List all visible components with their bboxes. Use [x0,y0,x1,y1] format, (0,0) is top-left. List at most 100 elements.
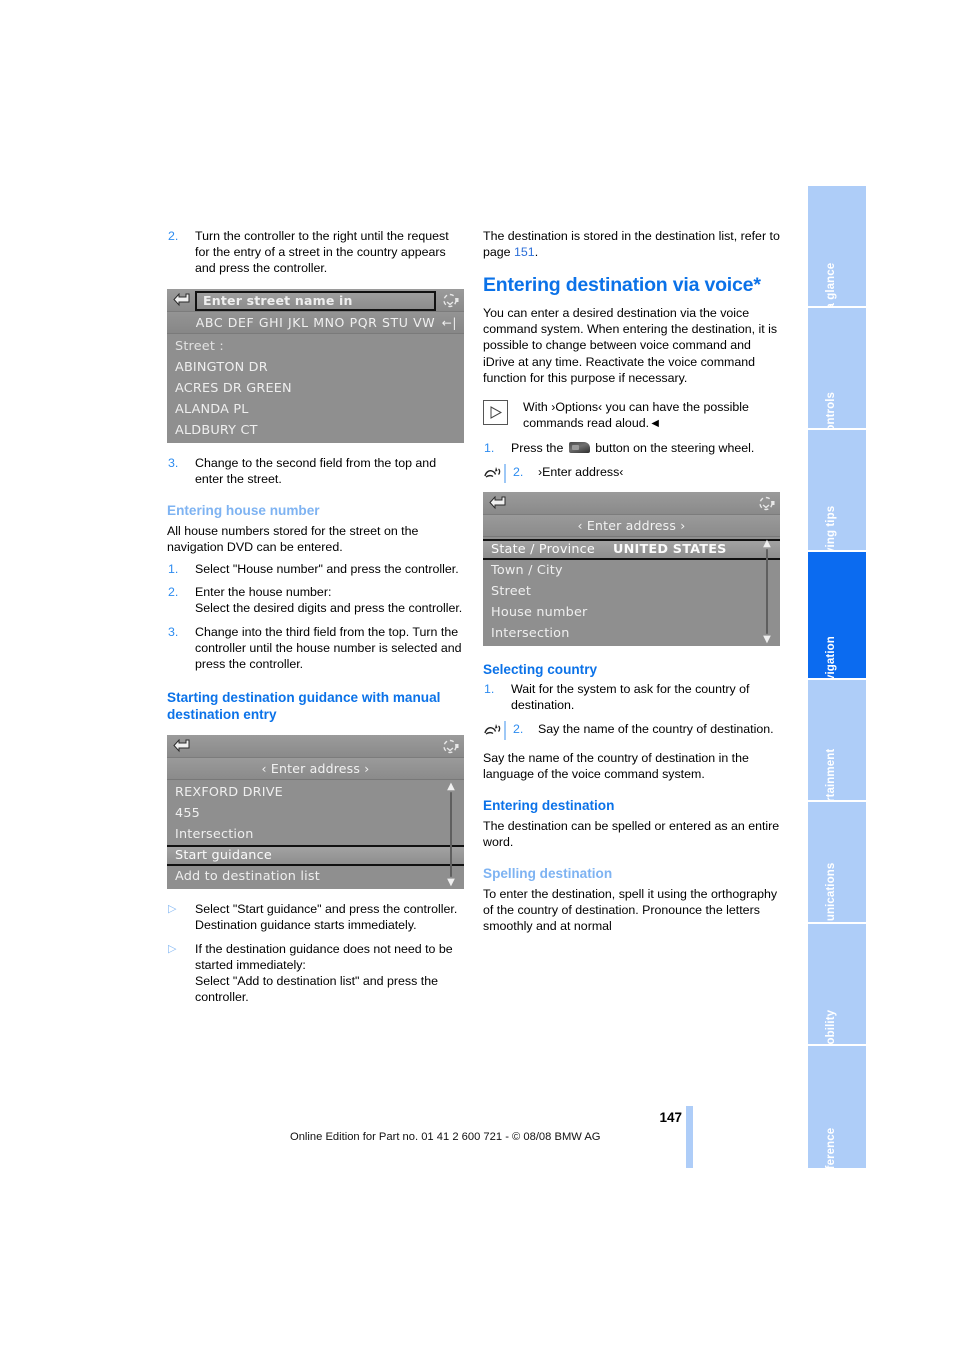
rail-tab-mobility[interactable]: Mobility [808,924,866,1046]
bullet-triangle-icon: ▷ [168,903,177,916]
back-arrow-icon [173,738,190,753]
shot-screen-title: ‹ Enter address › [167,758,464,781]
section-heading-house-number: Entering house number [167,503,320,519]
play-triangle-icon [483,399,508,425]
shot-row: Street : [175,338,224,354]
rail-tab-reference[interactable]: Reference [808,1046,866,1168]
step-text: Change into the third field from the top… [195,624,462,671]
bullet-triangle-icon: ▷ [168,942,177,955]
shot-list: Street : ABINGTON DR ACRES DR GREEN ALAN… [167,333,464,443]
section-heading-entering-destination: Entering destination [483,798,615,814]
rail-tab-communications[interactable]: Communications [808,802,866,924]
shot-row[interactable]: ACRES DR GREEN [167,378,464,399]
step-text: Select "House number" and press the cont… [195,561,459,576]
voice-step-rule [504,720,506,740]
list-item: 1. Wait for the system to ask for the co… [483,681,780,713]
shot-row[interactable]: REXFORD DRIVE [167,782,464,803]
back-arrow-icon [489,495,506,510]
scroll-down-icon[interactable]: ▼ [761,634,773,644]
left-step-list-2: 3. Change to the second field from the t… [167,455,464,487]
list-item: 1. Select "House number" and press the c… [167,561,464,577]
idrive-status-icon [441,738,459,755]
spelling-destination-paragraph: To enter the destination, spell it using… [483,886,778,934]
shot-row[interactable]: Town / City [483,560,780,581]
idrive-status-icon [757,495,775,512]
list-item: 3. Change to the second field from the t… [167,455,464,487]
list-item: 1. Press the button on the steering whee… [483,440,780,456]
rail-tab-driving-tips[interactable]: Driving tips [808,430,866,552]
list-item: 3. Change into the third field from the … [167,624,464,673]
manual-page: 2. Turn the controller to the right unti… [0,0,954,1350]
step-text: Enter the house number: Select the desir… [195,585,463,616]
figure-enter-address: ‹ Enter address › State / Province UNITE… [483,491,780,646]
rail-tab-navigation[interactable]: Navigation [808,552,866,680]
step-marker: 2. [513,721,524,736]
shot-title-field: Enter street name in CALIFORNIA? [195,290,436,324]
rail-tab-entertainment[interactable]: Entertainment [808,680,866,802]
shot-titlebar [167,735,464,759]
list-item: ▷ Select "Start guidance" and press the … [167,901,464,933]
shot-row[interactable]: ALANDA PL [167,399,464,420]
alpha-keyboard-row[interactable]: ABC DEF GHI JKL MNO PQR STU VW ←| [167,311,464,334]
rail-tab-label: Driving tips [825,505,837,552]
shot-row[interactable]: Intersection [167,824,464,845]
page-title: Entering destination via voice* [483,274,761,297]
list-item: ▷ If the destination guidance does not n… [167,941,464,1006]
page-number: 147 [659,1110,682,1125]
list-item: 2. Turn the controller to the right unti… [167,228,464,277]
step-marker: 1. [484,682,495,697]
shot-row[interactable]: House number [483,602,780,623]
list-item: 2. Enter the house number: Select the de… [167,584,464,616]
scroll-up-icon[interactable]: ▲ [445,782,457,792]
shot-row-selected[interactable]: State / Province UNITED STATES [483,538,780,560]
scrollbar[interactable]: ▲ ▼ [445,782,457,888]
shot-row[interactable]: Add to destination list [167,866,464,887]
back-arrow-icon [173,292,190,307]
scroll-down-icon[interactable]: ▼ [445,878,457,888]
shot-titlebar: Enter street name in CALIFORNIA? [167,288,464,324]
shot-row[interactable]: ABINGTON DR [167,357,464,378]
footer-imprint: Online Edition for Part no. 01 41 2 600 … [290,1131,601,1143]
section-heading-start-guidance: Starting destination guidance with manua… [167,690,441,722]
voice-command-icon [483,720,506,740]
page-reference-link[interactable]: 151 [514,245,535,259]
left-column: 2. Turn the controller to the right unti… [167,228,464,1005]
shot-row[interactable]: 455 [167,803,464,824]
step-text: Change to the second field from the top … [195,455,437,486]
bullet-text: If the destination guidance does not nee… [195,941,453,1005]
note-text: With ›Options‹ you can have the possible… [523,399,749,431]
rail-tab-at-a-glance[interactable]: At a glance [808,186,866,308]
section-heading-spelling-destination: Spelling destination [483,866,613,882]
shot-screen-title: ‹ Enter address › [483,514,780,537]
scrollbar-track [450,792,452,878]
scrollbar[interactable]: ▲ ▼ [761,538,773,644]
figure-start-guidance: ‹ Enter address › REXFORD DRIVE 455 Inte… [167,735,464,890]
right-column: The destination is stored in the destina… [483,228,780,934]
list-item: 2. Say the name of the country of destin… [483,720,780,740]
selecting-country-steps: 1. Wait for the system to ask for the co… [483,681,780,740]
shot-row[interactable]: Street [483,581,780,602]
steering-wheel-button-icon [568,442,590,454]
shot-list: REXFORD DRIVE 455 Intersection Start gui… [167,780,464,890]
voice-step-rule [504,463,506,483]
shot-row[interactable]: Intersection [483,623,780,644]
step-marker: 3. [168,624,179,639]
rail-tab-label: Navigation [825,636,837,680]
shot-row[interactable]: ALDBURY CT [167,420,464,441]
left-step-list: 2. Turn the controller to the right unti… [167,228,464,277]
house-number-intro: All house numbers stored for the street … [167,523,419,554]
bullet-text: Select "Start guidance" and press the co… [195,902,458,933]
entering-destination-paragraph: The destination can be spelled or entere… [483,818,780,849]
step-text: ›Enter address‹ [538,464,624,479]
step-text: Turn the controller to the right until t… [195,229,449,276]
step-marker: 1. [484,441,495,456]
shot-row-selected[interactable]: Start guidance [167,845,464,867]
rail-tab-controls[interactable]: Controls [808,308,866,430]
idrive-status-icon [441,292,459,309]
step-text: Press the button on the steering wheel. [511,440,780,456]
alpha-letters: ABC DEF GHI JKL MNO PQR STU VW [195,314,436,330]
footer-accent-bar [686,1106,693,1168]
options-note: With ›Options‹ you can have the possible… [483,399,780,431]
scroll-up-icon[interactable]: ▲ [761,538,773,548]
backspace-icon[interactable]: ←| [442,312,457,334]
